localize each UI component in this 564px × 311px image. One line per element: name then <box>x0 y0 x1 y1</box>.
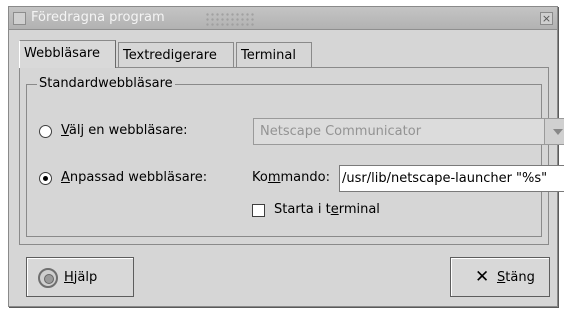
command-label: Kommando: <box>252 170 330 185</box>
custom-browser-label[interactable]: Anpassad webbläsare: <box>61 170 207 185</box>
window-close-icon[interactable]: × <box>540 12 553 25</box>
browser-combo[interactable]: Netscape Communicator <box>253 118 564 145</box>
lifebuoy-icon <box>38 268 58 288</box>
choose-browser-label[interactable]: Välj en webbläsare: <box>61 123 187 138</box>
preferred-applications-window: Föredragna program × Webbläsare Textredi… <box>8 6 564 307</box>
window-title: Föredragna program <box>31 10 165 25</box>
tab-webblasare[interactable]: Webbläsare <box>19 40 116 68</box>
help-button-label: Hjälp <box>64 270 98 285</box>
command-input[interactable]: /usr/lib/netscape-launcher "%s" <box>339 165 564 192</box>
window-menu-icon[interactable] <box>13 12 26 25</box>
close-button-label: Stäng <box>497 270 535 285</box>
x-icon: ✕ <box>475 267 490 287</box>
start-in-terminal-checkbox[interactable] <box>252 204 265 217</box>
tab-terminal[interactable]: Terminal <box>236 42 312 67</box>
browser-combo-value: Netscape Communicator <box>260 124 422 139</box>
titlebar-grip-icon <box>205 12 255 26</box>
tab-panel: Standardwebbläsare Välj en webbläsare: N… <box>19 67 564 245</box>
help-button[interactable]: Hjälp <box>26 257 134 297</box>
title-bar[interactable]: Föredragna program × <box>9 7 557 30</box>
custom-browser-radio[interactable] <box>39 172 52 185</box>
default-browser-group: Standardwebbläsare Välj en webbläsare: N… <box>26 76 564 237</box>
choose-browser-radio[interactable] <box>39 125 52 138</box>
close-button[interactable]: ✕ Stäng <box>450 257 550 297</box>
tab-textredigerare[interactable]: Textredigerare <box>118 42 234 67</box>
group-label: Standardwebbläsare <box>37 76 175 91</box>
start-in-terminal-label[interactable]: Starta i terminal <box>274 202 380 217</box>
chevron-down-icon[interactable] <box>544 119 564 144</box>
